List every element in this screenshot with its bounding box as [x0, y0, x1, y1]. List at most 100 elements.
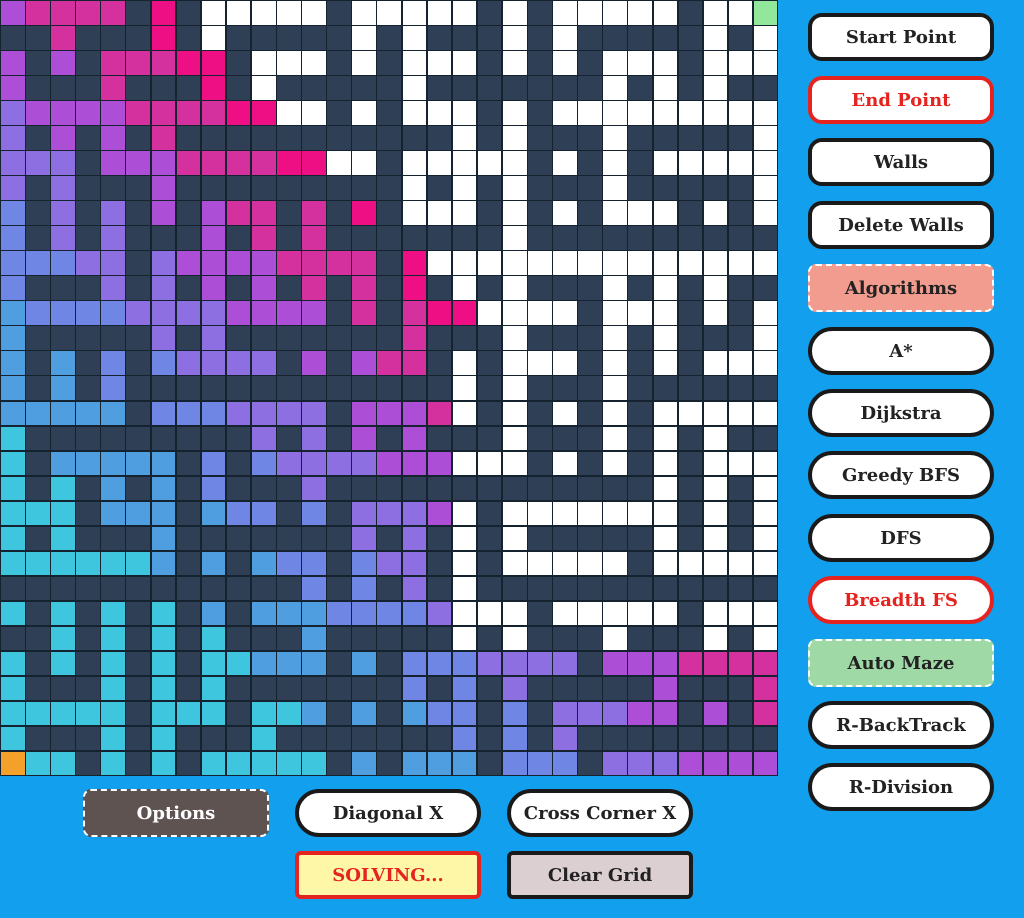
grid-cell[interactable] — [401, 600, 428, 627]
grid-cell[interactable] — [376, 175, 403, 201]
grid-cell[interactable] — [527, 450, 553, 477]
grid-cell[interactable] — [100, 400, 126, 427]
grid-cell[interactable] — [527, 50, 553, 76]
grid-cell[interactable] — [401, 200, 428, 226]
r-backtrack-button[interactable]: R-BackTrack — [808, 701, 994, 749]
grid-cell[interactable] — [451, 100, 478, 126]
grid-cell[interactable] — [200, 150, 227, 176]
grid-cell[interactable] — [301, 175, 327, 201]
grid-cell[interactable] — [150, 25, 177, 51]
grid-cell[interactable] — [752, 575, 779, 602]
grid-cell[interactable] — [451, 650, 478, 677]
grid-cell[interactable] — [476, 425, 503, 452]
grid-cell[interactable] — [175, 375, 202, 401]
grid-cell[interactable] — [0, 475, 26, 502]
grid-cell[interactable] — [200, 300, 227, 326]
grid-cell[interactable] — [351, 200, 377, 226]
grid-cell[interactable] — [527, 25, 553, 51]
grid-cell[interactable] — [401, 450, 428, 477]
grid-cell[interactable] — [276, 375, 302, 401]
grid-cell[interactable] — [301, 325, 327, 351]
grid-cell[interactable] — [702, 300, 729, 326]
grid-cell[interactable] — [225, 725, 252, 752]
grid-cell[interactable] — [702, 400, 729, 427]
grid-cell[interactable] — [426, 700, 453, 727]
grid-cell[interactable] — [602, 500, 628, 527]
grid-cell[interactable] — [225, 600, 252, 627]
grid-cell[interactable] — [75, 650, 101, 677]
grid-cell[interactable] — [125, 450, 152, 477]
grid-cell[interactable] — [225, 700, 252, 727]
algorithms-button[interactable]: Algorithms — [808, 264, 994, 312]
grid-cell[interactable] — [677, 450, 704, 477]
grid-cell[interactable] — [25, 500, 51, 527]
grid-cell[interactable] — [0, 50, 26, 76]
grid-cell[interactable] — [200, 650, 227, 677]
grid-cell[interactable] — [552, 150, 578, 176]
grid-cell[interactable] — [50, 400, 76, 427]
grid-cell[interactable] — [677, 575, 704, 602]
grid-cell[interactable] — [100, 725, 126, 752]
grid-cell[interactable] — [727, 525, 754, 552]
grid-cell[interactable] — [75, 175, 101, 201]
grid-cell[interactable] — [225, 100, 252, 126]
grid-cell[interactable] — [50, 675, 76, 702]
grid-cell[interactable] — [652, 275, 679, 301]
grid-cell[interactable] — [426, 575, 453, 602]
grid-cell[interactable] — [175, 575, 202, 602]
dfs-button[interactable]: DFS — [808, 514, 994, 562]
grid-cell[interactable] — [50, 450, 76, 477]
grid-cell[interactable] — [276, 575, 302, 602]
grid-cell[interactable] — [25, 225, 51, 251]
grid-cell[interactable] — [301, 300, 327, 326]
grid-cell[interactable] — [401, 575, 428, 602]
grid-cell[interactable] — [125, 575, 152, 602]
grid-cell[interactable] — [451, 150, 478, 176]
grid-cell[interactable] — [727, 450, 754, 477]
grid-cell[interactable] — [100, 675, 126, 702]
grid-cell[interactable] — [225, 375, 252, 401]
grid-cell[interactable] — [752, 600, 779, 627]
grid-cell[interactable] — [150, 200, 177, 226]
grid-cell[interactable] — [627, 425, 653, 452]
grid-cell[interactable] — [25, 250, 51, 276]
grid-cell[interactable] — [627, 625, 653, 652]
grid-cell[interactable] — [326, 650, 352, 677]
grid-cell[interactable] — [501, 150, 528, 176]
grid-cell[interactable] — [75, 725, 101, 752]
grid-cell[interactable] — [702, 175, 729, 201]
grid-cell[interactable] — [602, 300, 628, 326]
grid-cell[interactable] — [225, 425, 252, 452]
grid-cell[interactable] — [0, 300, 26, 326]
grid-cell[interactable] — [677, 525, 704, 552]
grid-cell[interactable] — [552, 525, 578, 552]
grid-cell[interactable] — [577, 200, 603, 226]
grid-cell[interactable] — [301, 650, 327, 677]
grid-cell[interactable] — [301, 600, 327, 627]
grid-cell[interactable] — [702, 75, 729, 101]
grid-cell[interactable] — [602, 525, 628, 552]
grid-cell[interactable] — [451, 225, 478, 251]
grid-cell[interactable] — [326, 25, 352, 51]
grid-cell[interactable] — [627, 675, 653, 702]
grid-cell[interactable] — [75, 300, 101, 326]
grid-cell[interactable] — [702, 525, 729, 552]
grid-cell[interactable] — [752, 125, 779, 151]
grid-cell[interactable] — [476, 600, 503, 627]
walls-button[interactable]: Walls — [808, 138, 994, 186]
grid-cell[interactable] — [501, 0, 528, 26]
grid-cell[interactable] — [652, 725, 679, 752]
grid-cell[interactable] — [677, 325, 704, 351]
grid-cell[interactable] — [426, 675, 453, 702]
grid-cell[interactable] — [175, 450, 202, 477]
grid-cell[interactable] — [501, 725, 528, 752]
grid-cell[interactable] — [727, 150, 754, 176]
grid-cell[interactable] — [476, 525, 503, 552]
grid-cell[interactable] — [527, 100, 553, 126]
grid-cell[interactable] — [301, 625, 327, 652]
grid-cell[interactable] — [451, 125, 478, 151]
grid-cell[interactable] — [125, 325, 152, 351]
grid-cell[interactable] — [250, 750, 277, 777]
grid-cell[interactable] — [752, 50, 779, 76]
grid-cell[interactable] — [426, 50, 453, 76]
